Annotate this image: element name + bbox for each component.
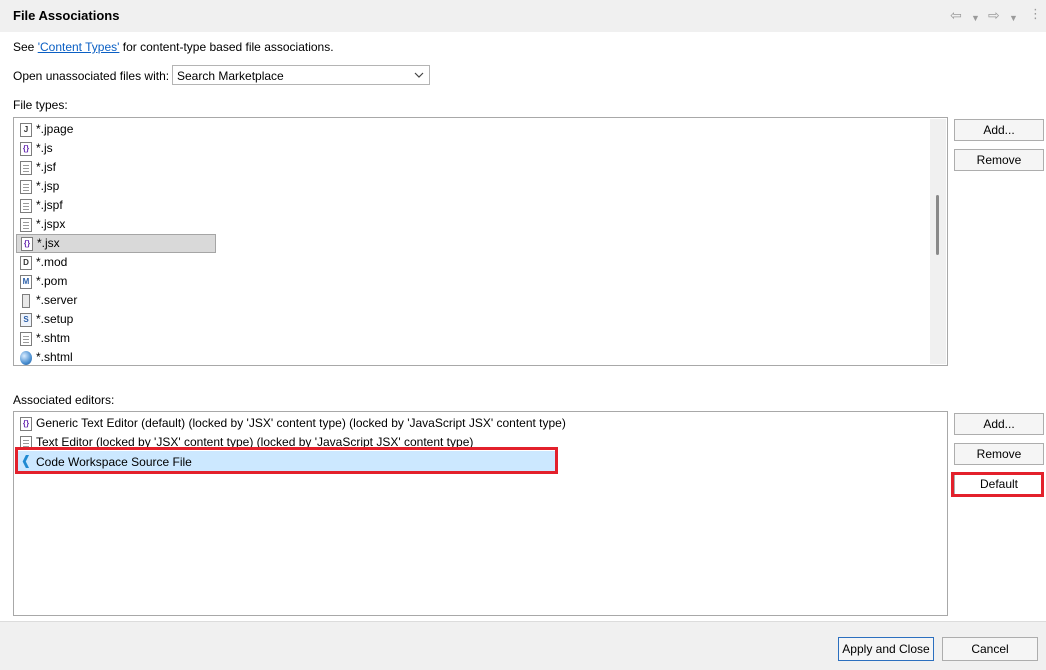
list-item[interactable]: {} Generic Text Editor (default) (locked …	[20, 414, 566, 433]
text-file-icon	[20, 160, 32, 175]
list-item[interactable]: *.server	[20, 291, 77, 310]
intro-prefix: See	[13, 40, 38, 54]
file-type-name: *.jspf	[36, 198, 63, 212]
highlight-box-default	[951, 472, 1044, 497]
list-item[interactable]: D *.mod	[20, 253, 67, 272]
file-type-name: *.shtml	[36, 350, 73, 364]
list-item[interactable]: {} *.js	[20, 139, 53, 158]
open-unassociated-select[interactable]: Search Marketplace	[172, 65, 430, 85]
curly-braces-icon: {}	[20, 416, 32, 431]
server-icon	[22, 293, 30, 308]
chevron-down-icon	[414, 72, 424, 78]
page-header	[0, 0, 1046, 32]
maven-file-icon: M	[20, 274, 32, 289]
file-type-name: *.setup	[36, 312, 74, 326]
list-item[interactable]: *.shtm	[20, 329, 70, 348]
file-type-name: *.server	[36, 293, 78, 307]
list-item[interactable]: *.jsp	[20, 177, 59, 196]
file-type-name: *.js	[36, 141, 53, 155]
open-unassociated-label: Open unassociated files with:	[13, 69, 170, 83]
file-types-label: File types:	[13, 98, 68, 112]
setup-file-icon: S	[20, 312, 32, 327]
editor-add-button[interactable]: Add...	[954, 413, 1044, 435]
arrow-right-icon[interactable]: ⇨	[988, 7, 1000, 23]
associated-editors-list[interactable]: {} Generic Text Editor (default) (locked …	[13, 411, 948, 616]
file-type-add-button[interactable]: Add...	[954, 119, 1044, 141]
list-item[interactable]: *.jsf	[20, 158, 56, 177]
kebab-menu-icon[interactable]: ⋮	[1029, 6, 1042, 22]
editor-remove-button[interactable]: Remove	[954, 443, 1044, 465]
cancel-button[interactable]: Cancel	[942, 637, 1038, 661]
file-types-list[interactable]: J *.jpage {} *.js *.jsf *.jsp *.jspf *.jsp…	[13, 117, 948, 366]
list-item[interactable]: *.jspx	[20, 215, 65, 234]
list-item[interactable]: M *.pom	[20, 272, 67, 291]
file-type-name: *.jsp	[36, 179, 60, 193]
apply-and-close-button[interactable]: Apply and Close	[838, 637, 934, 661]
curly-braces-icon: {}	[21, 236, 33, 251]
vertical-scrollbar[interactable]	[930, 119, 946, 364]
curly-braces-icon: {}	[20, 141, 32, 156]
file-type-name: *.jspx	[36, 217, 66, 231]
text-file-icon	[20, 217, 32, 232]
globe-icon	[20, 350, 32, 365]
page-title: File Associations	[13, 8, 120, 23]
text-file-icon	[20, 179, 32, 194]
text-file-icon	[20, 331, 32, 346]
file-type-name: *.mod	[36, 255, 68, 269]
file-type-name: *.jsf	[36, 160, 57, 174]
scrollbar-thumb[interactable]	[936, 195, 939, 255]
java-page-icon: J	[20, 122, 32, 137]
file-type-name: *.jsx	[37, 236, 60, 250]
intro-text: See 'Content Types' for content-type bas…	[13, 40, 334, 54]
select-value: Search Marketplace	[177, 69, 284, 83]
content-types-link[interactable]: 'Content Types'	[38, 40, 120, 54]
list-item[interactable]: J *.jpage	[20, 120, 73, 139]
chevron-down-icon[interactable]: ▼	[971, 10, 980, 26]
highlight-box-editor	[15, 447, 558, 474]
file-type-name: *.jpage	[36, 122, 74, 136]
arrow-left-icon[interactable]: ⇦	[950, 7, 962, 23]
text-file-icon	[20, 198, 32, 213]
chevron-down-icon[interactable]: ▼	[1009, 10, 1018, 26]
list-item-selected[interactable]: {} *.jsx	[16, 234, 216, 253]
d-file-icon: D	[20, 255, 32, 270]
editor-name: Generic Text Editor (default) (locked by…	[36, 416, 566, 430]
file-type-name: *.shtm	[36, 331, 71, 345]
associated-editors-label: Associated editors:	[13, 393, 115, 407]
list-item[interactable]: S *.setup	[20, 310, 73, 329]
list-item[interactable]: *.jspf	[20, 196, 63, 215]
file-type-remove-button[interactable]: Remove	[954, 149, 1044, 171]
file-type-name: *.pom	[36, 274, 68, 288]
intro-suffix: for content-type based file associations…	[119, 40, 334, 54]
list-item[interactable]: *.shtml	[20, 348, 73, 365]
